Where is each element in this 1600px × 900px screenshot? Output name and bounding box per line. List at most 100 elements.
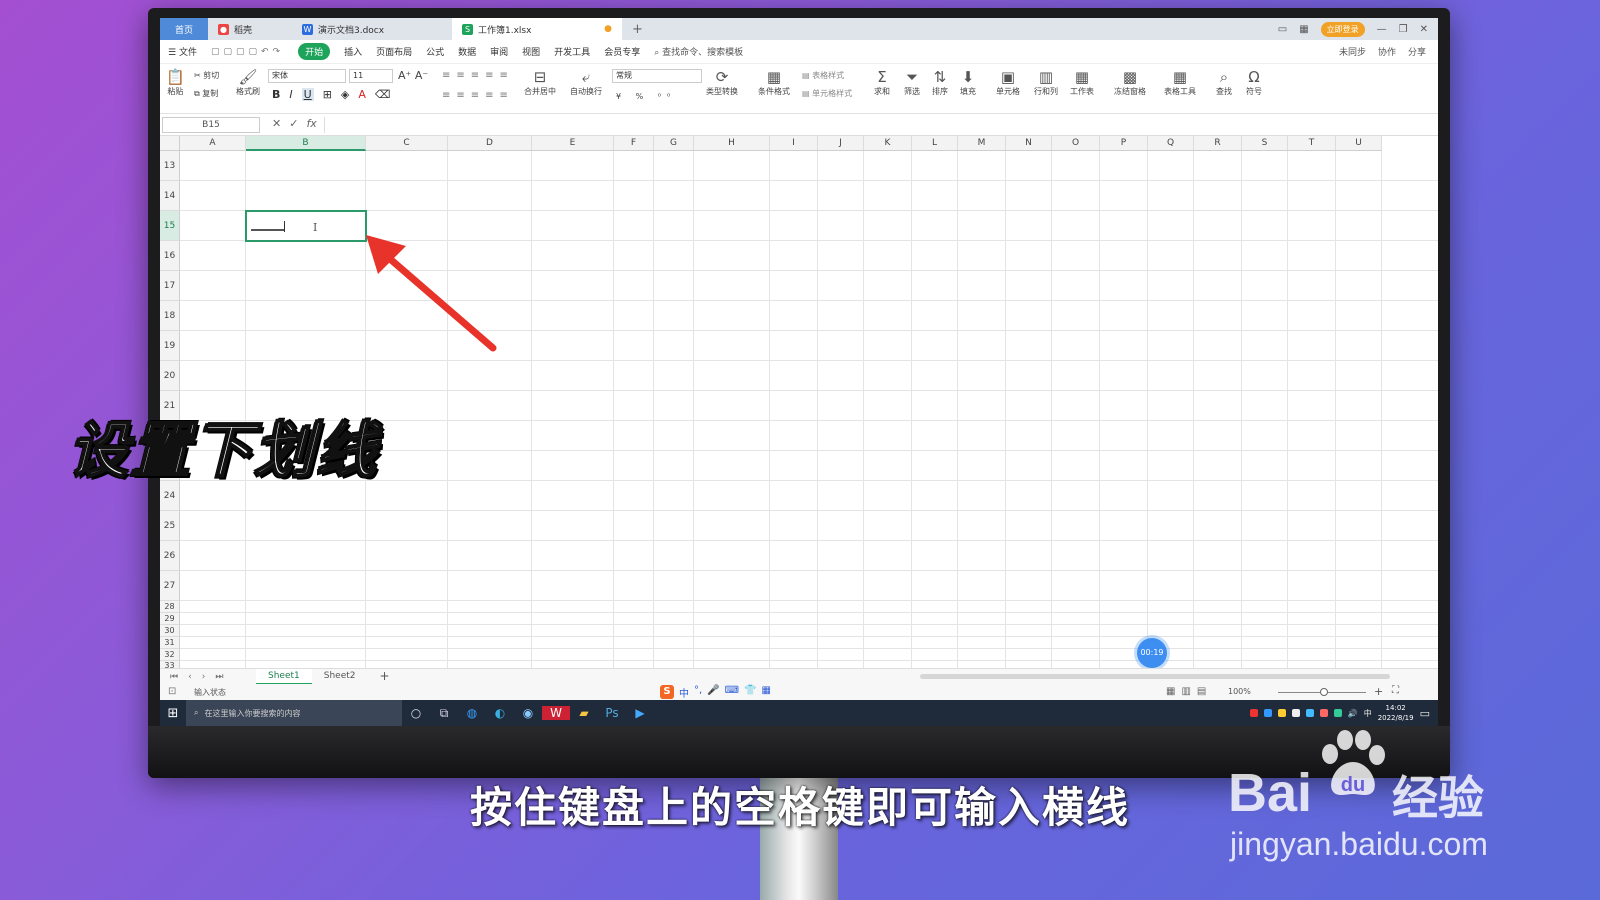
row-header[interactable]: 31 [160, 637, 180, 649]
wps-icon[interactable]: W [542, 706, 570, 720]
page-view-icon[interactable]: ▥ [1181, 686, 1190, 697]
tray-icon[interactable] [1263, 709, 1272, 717]
align-icons[interactable]: ≡≡≡≡≡ [442, 70, 514, 81]
copy-button[interactable]: ⧉ 复制 [194, 88, 218, 99]
collab-button[interactable]: 协作 [1378, 45, 1396, 58]
row-header[interactable]: 20 [160, 361, 180, 391]
sort-button[interactable]: ⇅ 排序 [932, 68, 948, 97]
column-header[interactable]: C [366, 136, 448, 151]
row-header[interactable]: 13 [160, 151, 180, 181]
worksheet-button[interactable]: ▦ 工作表 [1070, 68, 1094, 97]
row-header[interactable]: 28 [160, 601, 180, 613]
grow-font-icon[interactable]: A⁺ A⁻ [398, 69, 428, 82]
folder-icon[interactable]: ▰ [570, 706, 598, 720]
freeze-button[interactable]: ▩ 冻结窗格 [1114, 68, 1146, 97]
task-view-icon[interactable]: ⧉ [430, 706, 458, 721]
clock[interactable]: 14:02 2022/8/19 [1378, 703, 1414, 723]
column-header[interactable]: L [912, 136, 958, 151]
eraser-icon[interactable]: ⌫ [375, 88, 391, 101]
sync-button[interactable]: 未同步 [1339, 45, 1366, 58]
column-header[interactable]: I [770, 136, 818, 151]
taskbar-search[interactable]: ⌕ 在这里输入你要搜索的内容 [186, 700, 402, 726]
find-button[interactable]: ⌕ 查找 [1216, 68, 1232, 97]
break-view-icon[interactable]: ▤ [1197, 686, 1206, 697]
windows-start-icon[interactable]: ⊞ [160, 706, 186, 721]
tab-document[interactable]: W 演示文档3.docx [292, 18, 452, 40]
active-cell[interactable]: I [245, 210, 367, 242]
type-convert-button[interactable]: ⟳ 类型转换 [706, 68, 738, 97]
sheet-tab-2[interactable]: Sheet2 [312, 669, 368, 685]
tray-ime[interactable]: 中 [1364, 708, 1372, 719]
row-header[interactable]: 16 [160, 241, 180, 271]
format-painter-button[interactable]: 🖌 格式刷 [236, 68, 260, 97]
underline-button[interactable]: U [301, 88, 314, 101]
tray-icon[interactable] [1291, 709, 1300, 717]
column-header[interactable]: E [532, 136, 614, 151]
sheet-tab-1[interactable]: Sheet1 [256, 668, 312, 685]
column-header[interactable]: O [1052, 136, 1100, 151]
normal-view-icon[interactable]: ▦ [1166, 686, 1175, 697]
ime-toolbar[interactable]: S 中 °, 🎤 ⌨ 👕 ▦ [660, 685, 771, 700]
column-header[interactable]: J [818, 136, 864, 151]
table-style-button[interactable]: ▤ 表格样式 [802, 70, 844, 81]
formula-input[interactable] [324, 117, 1434, 133]
close-icon[interactable]: ✕ [1420, 24, 1428, 35]
menu-vip[interactable]: 会员专享 [604, 45, 640, 58]
apps-icon[interactable]: ▦ [1299, 24, 1308, 35]
column-header[interactable]: M [958, 136, 1006, 151]
column-header[interactable]: H [694, 136, 770, 151]
row-header[interactable]: 15 [160, 211, 180, 241]
menu-developer[interactable]: 开发工具 [554, 45, 590, 58]
command-search[interactable]: ⌕ 查找命令、搜索模板 [654, 45, 743, 58]
border-icon[interactable]: ⊞ [323, 88, 332, 101]
cortana-icon[interactable]: ○ [402, 706, 430, 720]
italic-button[interactable]: I [289, 88, 292, 101]
cell-button[interactable]: ▣ 单元格 [996, 68, 1020, 97]
row-header[interactable]: 17 [160, 271, 180, 301]
table-tools-button[interactable]: ▦ 表格工具 [1164, 68, 1196, 97]
column-header[interactable]: K [864, 136, 912, 151]
zoom-level[interactable]: 100% [1228, 687, 1251, 696]
tray-icon[interactable] [1333, 709, 1342, 717]
row-header[interactable]: 27 [160, 571, 180, 601]
select-all-corner[interactable] [160, 136, 180, 151]
first-sheet-icon[interactable]: ⏮ [170, 672, 178, 682]
tab-workbook[interactable]: S 工作簿1.xlsx ● [452, 18, 622, 40]
menu-home[interactable]: 开始 [298, 43, 331, 60]
notification-icon[interactable]: ▭ [1420, 707, 1430, 720]
confirm-icon[interactable]: ✓ [289, 117, 298, 130]
column-header[interactable]: F [614, 136, 654, 151]
row-header[interactable]: 32 [160, 649, 180, 661]
horizontal-scrollbar[interactable] [920, 674, 1390, 679]
fill-color-icon[interactable]: ◈ [341, 88, 349, 101]
number-icons[interactable]: ¥ % ⁰⁰ [616, 92, 676, 101]
edge-icon[interactable]: ◐ [486, 706, 514, 720]
column-header[interactable]: Q [1148, 136, 1194, 151]
next-sheet-icon[interactable]: › [202, 672, 206, 682]
cell-style-button[interactable]: ▤ 单元格样式 [802, 88, 852, 99]
column-header[interactable]: N [1006, 136, 1052, 151]
add-sheet-button[interactable]: + [368, 669, 402, 685]
volume-icon[interactable]: 🔊 [1348, 709, 1358, 718]
row-header[interactable]: 30 [160, 625, 180, 637]
menu-data[interactable]: 数据 [458, 45, 476, 58]
row-header[interactable]: 19 [160, 331, 180, 361]
column-header[interactable]: S [1242, 136, 1288, 151]
paste-button[interactable]: 📋 粘贴 [166, 68, 185, 97]
bold-button[interactable]: B [272, 88, 280, 101]
share-button[interactable]: 分享 [1408, 45, 1426, 58]
menu-insert[interactable]: 插入 [344, 45, 362, 58]
column-header[interactable]: A [180, 136, 246, 151]
fill-button[interactable]: ⬇ 填充 [960, 68, 976, 97]
photoshop-icon[interactable]: Ps [598, 706, 626, 720]
menu-formula[interactable]: 公式 [426, 45, 444, 58]
align-icons-2[interactable]: ≡≡≡≡≡ [442, 90, 514, 101]
symbol-button[interactable]: Ω 符号 [1246, 68, 1262, 97]
menu-file[interactable]: ☰ 文件 [168, 45, 197, 58]
restore-icon[interactable]: ❐ [1399, 24, 1408, 35]
name-box[interactable]: B15 [162, 117, 260, 133]
merge-button[interactable]: ⊟ 合并居中 [524, 68, 556, 97]
cut-button[interactable]: ✂ 剪切 [194, 70, 219, 81]
tab-home[interactable]: 首页 [160, 18, 208, 40]
column-header[interactable]: G [654, 136, 694, 151]
